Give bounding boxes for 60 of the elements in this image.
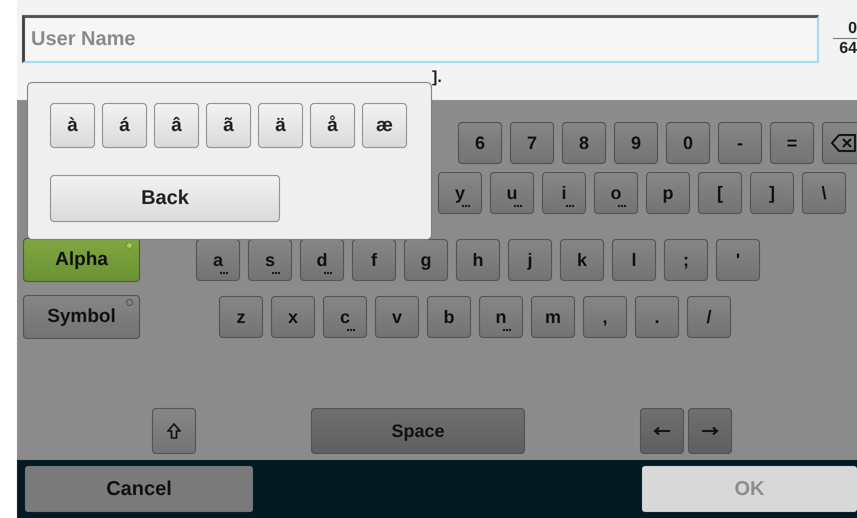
keyboard-key[interactable]: x <box>271 296 315 338</box>
keyboard-key[interactable]: h <box>456 239 500 281</box>
left-arrow-icon <box>653 426 671 436</box>
keyboard-key[interactable]: ; <box>664 239 708 281</box>
keyboard-key[interactable]: ] <box>750 172 794 214</box>
keyboard-key[interactable]: o <box>594 172 638 214</box>
keyboard-key[interactable]: \ <box>802 172 846 214</box>
accent-key[interactable]: ã <box>206 103 251 148</box>
keyboard-key[interactable]: a <box>196 239 240 281</box>
keyboard-key[interactable]: 7 <box>510 122 554 164</box>
keyboard-key[interactable]: c <box>323 296 367 338</box>
instruction-text: ]. <box>432 69 442 86</box>
keyboard-key[interactable]: [ <box>698 172 742 214</box>
keyboard-key[interactable]: v <box>375 296 419 338</box>
keyboard-key[interactable]: , <box>583 296 627 338</box>
keyboard-key[interactable]: j <box>508 239 552 281</box>
space-key[interactable]: Space <box>311 408 525 454</box>
keyboard-key[interactable]: p <box>646 172 690 214</box>
keyboard-key[interactable]: 8 <box>562 122 606 164</box>
shift-icon <box>167 423 181 439</box>
mode-key[interactable]: Alpha <box>23 238 140 282</box>
keyboard-key[interactable]: n <box>479 296 523 338</box>
mode-key[interactable]: Symbol <box>23 295 140 339</box>
backspace-icon <box>831 134 857 152</box>
user-name-field[interactable]: User Name <box>22 15 820 63</box>
keyboard-key[interactable]: f <box>352 239 396 281</box>
keyboard-key[interactable]: k <box>560 239 604 281</box>
keyboard-key[interactable]: m <box>531 296 575 338</box>
keyboard-key[interactable]: l <box>612 239 656 281</box>
left-arrow-key[interactable] <box>640 408 684 454</box>
keyboard-key[interactable]: - <box>718 122 762 164</box>
keyboard-key[interactable]: / <box>687 296 731 338</box>
accent-key[interactable]: ä <box>258 103 303 148</box>
keyboard-key[interactable]: u <box>490 172 534 214</box>
accent-key[interactable]: â <box>154 103 199 148</box>
back-button[interactable]: Back <box>50 175 280 222</box>
keyboard-key[interactable]: 9 <box>614 122 658 164</box>
keyboard-key[interactable]: z <box>219 296 263 338</box>
character-count: 0 <box>848 19 857 38</box>
keyboard-key[interactable]: = <box>770 122 814 164</box>
keyboard-key[interactable]: s <box>248 239 292 281</box>
accent-key[interactable]: á <box>102 103 147 148</box>
backspace-key[interactable] <box>822 122 857 164</box>
character-limit: 64 <box>833 38 857 58</box>
accent-key[interactable]: æ <box>362 103 407 148</box>
shift-key[interactable] <box>152 408 196 454</box>
cancel-button[interactable]: Cancel <box>25 466 253 512</box>
keyboard-key[interactable]: 0 <box>666 122 710 164</box>
right-arrow-key[interactable] <box>688 408 732 454</box>
keyboard-key[interactable]: y <box>438 172 482 214</box>
accent-key[interactable]: å <box>310 103 355 148</box>
keyboard-key[interactable]: ' <box>716 239 760 281</box>
keyboard-key[interactable]: i <box>542 172 586 214</box>
keyboard-key[interactable]: b <box>427 296 471 338</box>
accent-key[interactable]: à <box>50 103 95 148</box>
keyboard-key[interactable]: d <box>300 239 344 281</box>
keyboard-key[interactable]: g <box>404 239 448 281</box>
keyboard-key[interactable]: 6 <box>458 122 502 164</box>
right-arrow-icon <box>701 426 719 436</box>
keyboard-key[interactable]: . <box>635 296 679 338</box>
